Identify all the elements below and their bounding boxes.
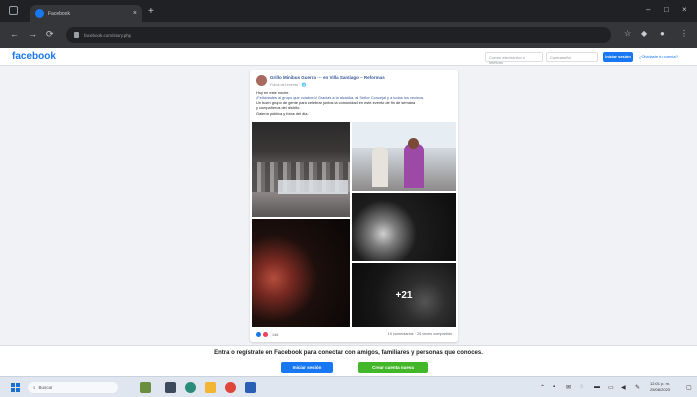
display-icon[interactable]: ▭ (608, 384, 614, 391)
chrome-icon[interactable] (225, 382, 236, 393)
profile-icon[interactable]: ● (660, 29, 665, 38)
search-icon: ⌕ (33, 385, 36, 390)
file-explorer-icon[interactable] (205, 382, 216, 393)
post-text-line: y compañeros del distrito. (256, 105, 301, 110)
banner-shape (278, 180, 348, 194)
create-account-button[interactable]: Crear cuenta nueva (358, 362, 428, 373)
menu-icon[interactable]: ⋮ (680, 29, 688, 38)
love-icon (263, 332, 268, 337)
login-banner-text: Entra o regístrate en Facebook para cone… (214, 350, 483, 356)
login-button[interactable]: Iniciar sesión (281, 362, 333, 373)
post-photo-dark[interactable] (352, 193, 456, 261)
chevron-up-icon[interactable]: ⌃ (540, 384, 545, 391)
pen-icon[interactable]: ✎ (635, 384, 640, 391)
address-bar[interactable]: facebook.com/story.php (66, 27, 611, 43)
header-login-button[interactable]: Iniciar sesión (603, 52, 633, 62)
battery-icon[interactable]: ▬ (594, 384, 600, 390)
post-meta: Fotos del evento · 🌐 (270, 83, 307, 87)
password-field[interactable]: Contraseña (546, 52, 598, 62)
reload-icon[interactable]: ⟳ (46, 29, 54, 39)
more-photos-count: +21 (352, 263, 456, 327)
reactions[interactable]: 146 (256, 332, 278, 337)
tab-close-icon[interactable]: × (133, 10, 137, 17)
avatar[interactable] (256, 75, 267, 86)
widgets-icon[interactable] (140, 382, 151, 393)
new-tab-icon[interactable]: + (148, 7, 154, 17)
minimize-icon[interactable]: – (646, 5, 650, 14)
taskbar-search[interactable]: ⌕ Buscar (28, 382, 118, 393)
person-shape (404, 144, 424, 188)
forward-icon[interactable]: → (28, 29, 37, 39)
back-icon[interactable]: ← (10, 29, 19, 39)
app-icon[interactable] (245, 382, 256, 393)
notification-icon[interactable]: ▢ (686, 384, 692, 391)
extensions-icon[interactable]: ◆ (641, 29, 647, 38)
post-photo-crowd[interactable] (252, 122, 350, 217)
post-photo-night[interactable] (252, 219, 350, 327)
browser-tab-strip: Facebook × + – □ × (0, 0, 697, 22)
volume-icon[interactable]: ◀ (621, 384, 626, 391)
taskbar: ⌕ Buscar ⌃ ▪ ✉ ◌ ▬ ▭ ◀ ✎ 12:01 p. m. 25/… (0, 376, 697, 397)
post-photo-more[interactable]: +21 (352, 263, 456, 327)
post-author[interactable]: Grillo Minibus Guerra ··· en Villa Santi… (270, 75, 450, 80)
browser-tab[interactable]: Facebook × (30, 5, 142, 22)
tab-list-icon[interactable] (9, 6, 18, 15)
windows-start-icon[interactable] (11, 383, 20, 392)
post-card: Grillo Minibus Guerra ··· en Villa Santi… (250, 70, 458, 342)
wall-shape (352, 122, 456, 148)
edge-icon[interactable] (185, 382, 196, 393)
tab-title: Facebook (48, 10, 70, 17)
url-text: facebook.com/story.php (84, 32, 132, 38)
browser-toolbar: ← → ⟳ facebook.com/story.php ☆ ◆ ● ⋮ (0, 22, 697, 48)
post-text-line: Galería pública y fotos del día. (256, 111, 309, 116)
head-shape (408, 138, 419, 149)
mail-icon[interactable]: ✉ (566, 384, 571, 391)
like-icon (256, 332, 261, 337)
forgot-account-link[interactable]: ¿Olvidaste tu cuenta? (639, 54, 678, 59)
facebook-header: facebook Correo electrónico o teléfono C… (0, 48, 697, 66)
taskbar-clock[interactable]: 12:01 p. m. 25/08/2023 (650, 381, 670, 393)
post-photo-speaker[interactable] (352, 122, 456, 191)
bookmark-icon[interactable]: ☆ (624, 29, 631, 38)
facebook-favicon-icon (35, 9, 44, 18)
reaction-count: 146 (272, 332, 279, 337)
network-icon[interactable]: ◌ (580, 384, 584, 390)
maximize-icon[interactable]: □ (664, 5, 669, 14)
person-shape (372, 147, 388, 187)
email-field[interactable]: Correo electrónico o teléfono (485, 52, 543, 65)
facebook-logo[interactable]: facebook (12, 51, 56, 62)
tray-app-icon[interactable]: ▪ (553, 384, 555, 390)
taskbar-search-label: Buscar (38, 385, 53, 390)
clock-date: 25/08/2023 (650, 387, 671, 392)
post-stats[interactable]: 19 comentarios · 25 veces compartido (388, 332, 452, 336)
task-view-icon[interactable] (165, 382, 176, 393)
lock-icon (74, 32, 79, 38)
close-window-icon[interactable]: × (682, 5, 687, 14)
login-banner: Entra o regístrate en Facebook para cone… (0, 345, 697, 376)
